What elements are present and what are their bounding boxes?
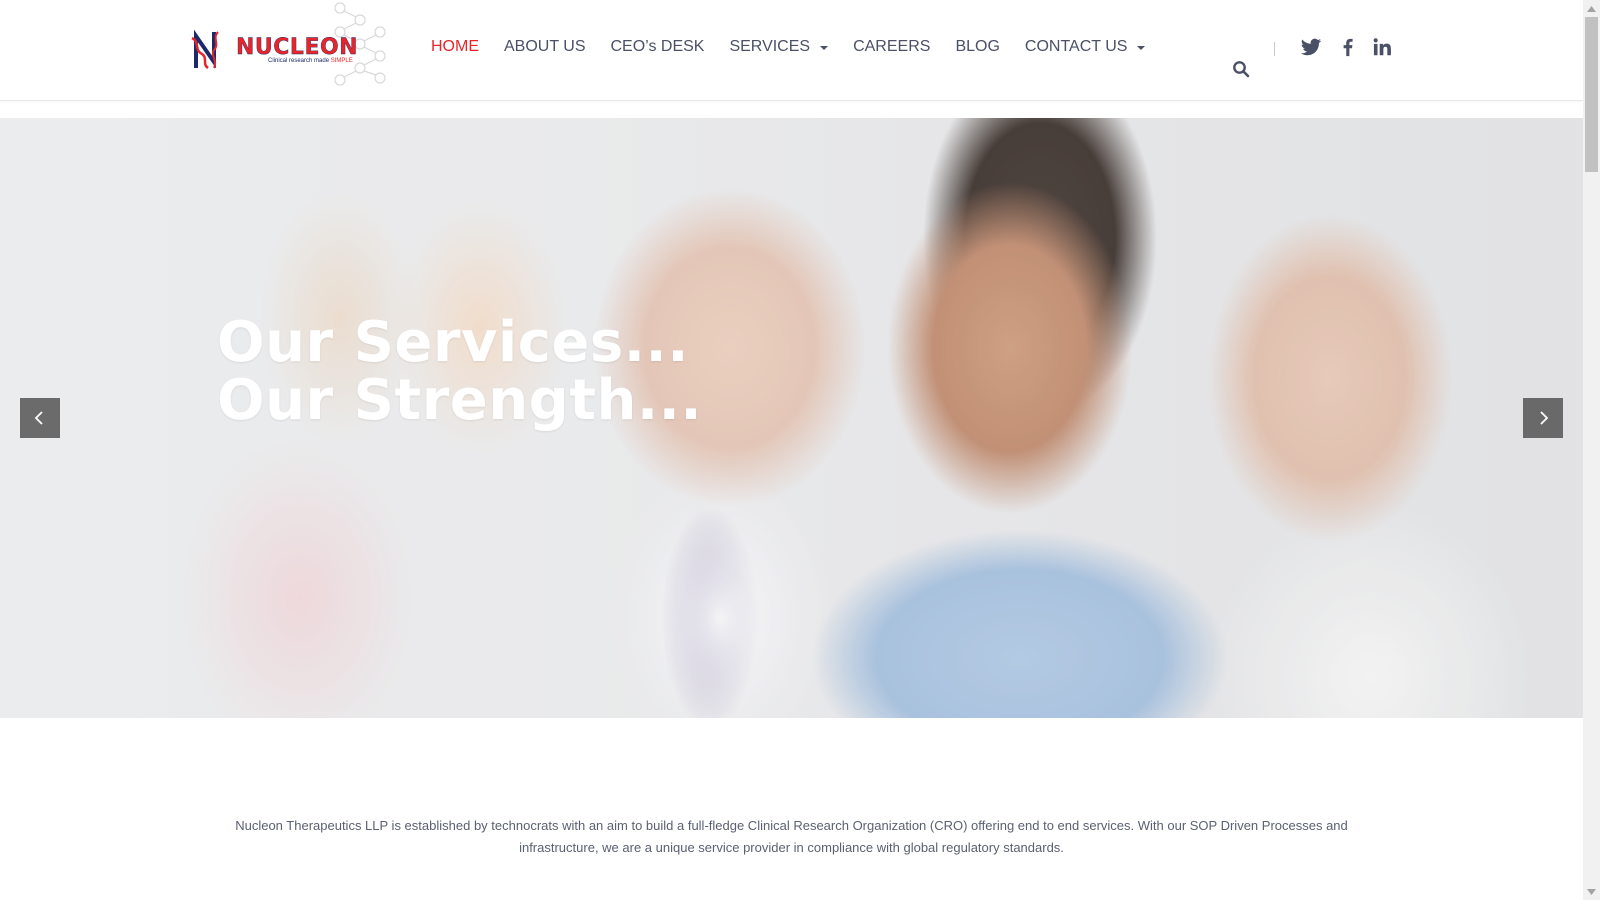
nav-item-label: CAREERS (853, 38, 931, 55)
scroll-down-arrow-icon (1587, 888, 1596, 895)
hero-slider: Our Services... Our Strength... (0, 118, 1583, 718)
main-nav: HOME ABOUT US CEO’s DESK SERVICES CAREER… (431, 38, 1170, 56)
scroll-down-button[interactable] (1583, 883, 1600, 900)
hero-heading-line-2: Our Strength... (217, 368, 703, 433)
slider-next-button[interactable] (1523, 398, 1563, 438)
hero-heading: Our Services... Our Strength... (217, 314, 702, 430)
linkedin-icon[interactable] (1371, 36, 1393, 58)
scroll-up-arrow-icon (1587, 5, 1596, 12)
chevron-right-icon (1540, 411, 1549, 425)
nav-item-label: CEO’s DESK (610, 38, 705, 55)
brand-tagline: Clinical research made SIMPLE (268, 58, 353, 64)
facebook-icon[interactable] (1337, 36, 1359, 58)
site-header: NUCLEON Clinical research made SIMPLE HO… (0, 0, 1583, 101)
page-scrollbar[interactable] (1583, 0, 1600, 900)
nucleon-logo[interactable]: NUCLEON Clinical research made SIMPLE (190, 0, 395, 95)
nav-item-contact-us[interactable]: CONTACT US (1025, 38, 1146, 56)
brand-name: NUCLEON (236, 35, 359, 60)
nav-item-careers[interactable]: CAREERS (853, 38, 930, 56)
search-icon[interactable] (1232, 60, 1250, 78)
nav-item-label: SERVICES (729, 38, 811, 55)
nav-item-label: ABOUT US (504, 38, 586, 55)
twitter-icon[interactable] (1300, 36, 1322, 58)
brand-tagline-highlight: SIMPLE (330, 58, 353, 64)
nav-item-label: CONTACT US (1024, 38, 1128, 55)
caret-down-icon (1137, 46, 1146, 50)
nav-item-label: HOME (431, 38, 479, 55)
nav-item-about-us[interactable]: ABOUT US (504, 38, 586, 56)
caret-down-icon (820, 46, 829, 50)
slider-prev-button[interactable] (20, 398, 60, 438)
brand-tagline-prefix: Clinical research made (268, 58, 331, 64)
dna-n-mark-icon (191, 29, 219, 70)
header-divider (1274, 42, 1275, 56)
nav-item-services[interactable]: SERVICES (729, 38, 829, 56)
scroll-thumb[interactable] (1585, 17, 1598, 172)
intro-paragraph: Nucleon Therapeutics LLP is established … (235, 818, 1348, 855)
nav-item-home[interactable]: HOME (431, 38, 479, 56)
nav-item-blog[interactable]: BLOG (955, 38, 999, 56)
chevron-left-icon (34, 411, 43, 425)
nav-item-label: BLOG (955, 38, 1000, 55)
nav-item-ceos-desk[interactable]: CEO’s DESK (611, 38, 705, 56)
scroll-up-button[interactable] (1583, 0, 1600, 17)
hero-heading-line-1: Our Services... (217, 310, 690, 375)
